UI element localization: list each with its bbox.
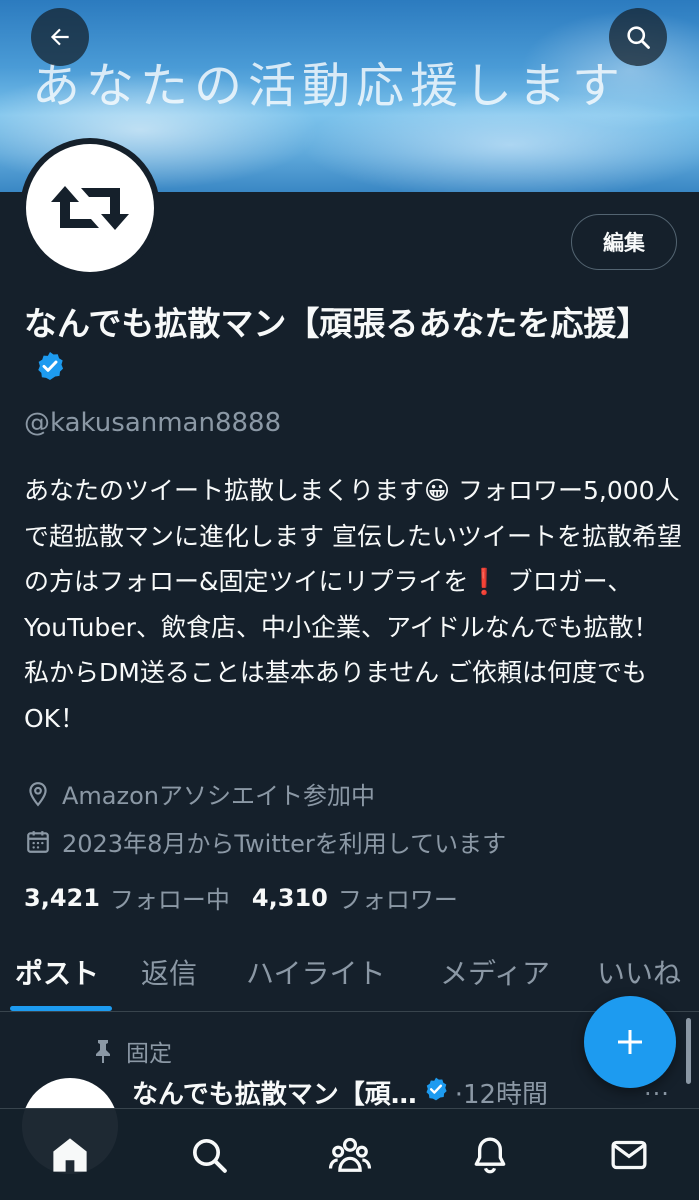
profile-name-text: なんでも拡散マン【頑張るあなたを応援】 xyxy=(24,304,650,343)
banner-text: あなたの活動応援します xyxy=(32,58,627,114)
post-header: なんでも拡散マン【頑… ·12時間 xyxy=(132,1074,548,1111)
profile-joined: 2023年8月からTwitterを利用しています xyxy=(24,824,506,859)
tab-replies[interactable]: 返信 xyxy=(141,952,197,992)
nav-home[interactable] xyxy=(46,1131,94,1179)
home-icon xyxy=(53,1138,87,1172)
tab-media[interactable]: メディア xyxy=(440,952,550,992)
verified-badge-icon xyxy=(423,1076,449,1109)
profile-bio: あなたのツイート拡散しまくります😀 フォロワー5,000人で超拡散マンに進化しま… xyxy=(24,476,682,733)
profile-handle: @kakusanman8888 xyxy=(24,408,282,438)
location-pin-icon xyxy=(24,780,52,808)
communities-icon xyxy=(328,1137,372,1172)
following-label[interactable]: フォロー中 xyxy=(110,880,230,915)
bottom-navigation xyxy=(0,1108,699,1200)
back-button[interactable] xyxy=(31,8,89,66)
nav-search[interactable] xyxy=(185,1131,233,1179)
profile-tabs: ポスト 返信 ハイライト メディア いいね xyxy=(0,938,699,1012)
search-icon xyxy=(627,26,650,49)
followers-label[interactable]: フォロワー xyxy=(338,880,458,915)
following-count[interactable]: 3,421 xyxy=(24,884,100,912)
active-tab-indicator xyxy=(10,1006,112,1011)
nav-notifications[interactable] xyxy=(466,1131,514,1179)
retweet-logo-icon xyxy=(51,186,129,230)
profile-name: なんでも拡散マン【頑張るあなたを応援】 xyxy=(24,300,674,398)
tab-posts[interactable]: ポスト xyxy=(15,952,99,992)
verified-badge-icon[interactable] xyxy=(34,347,66,395)
follow-stats: 3,421 フォロー中 4,310 フォロワー xyxy=(24,880,480,915)
plus-icon xyxy=(618,1030,642,1054)
joined-text: 2023年8月からTwitterを利用しています xyxy=(62,830,507,858)
nav-messages[interactable] xyxy=(605,1131,653,1179)
profile-location: Amazonアソシエイト参加中 xyxy=(24,776,375,811)
tab-likes[interactable]: いいね xyxy=(597,952,681,992)
scrollbar[interactable] xyxy=(686,1018,691,1084)
pin-icon xyxy=(92,1038,114,1064)
pinned-label: 固定 xyxy=(126,1041,172,1067)
bell-icon xyxy=(474,1137,506,1174)
arrow-left-icon xyxy=(50,28,69,46)
pinned-indicator: 固定 xyxy=(92,1034,172,1068)
location-text: Amazonアソシエイト参加中 xyxy=(62,782,375,810)
search-icon xyxy=(193,1139,227,1173)
nav-communities[interactable] xyxy=(326,1131,374,1179)
tab-highlights[interactable]: ハイライト xyxy=(246,952,385,992)
calendar-icon xyxy=(24,828,52,856)
edit-profile-button[interactable]: 編集 xyxy=(571,214,677,270)
compose-button[interactable] xyxy=(584,996,676,1088)
profile-avatar[interactable] xyxy=(20,138,160,278)
mail-icon xyxy=(611,1140,647,1170)
post-time: ·12時間 xyxy=(454,1080,549,1110)
search-button[interactable] xyxy=(609,8,667,66)
post-author[interactable]: なんでも拡散マン【頑… xyxy=(132,1074,417,1111)
followers-count[interactable]: 4,310 xyxy=(252,884,328,912)
